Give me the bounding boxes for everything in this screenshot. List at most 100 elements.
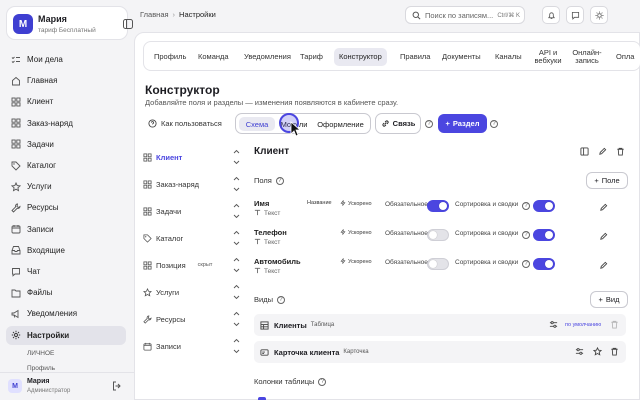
entity-item[interactable]: Каталог bbox=[143, 229, 233, 247]
chevron-down-icon[interactable] bbox=[233, 295, 240, 300]
sidebar-item[interactable]: Чат bbox=[6, 262, 126, 281]
chevron-up-icon[interactable] bbox=[233, 257, 240, 262]
entity-item[interactable]: Клиент bbox=[143, 148, 233, 166]
layout-icon[interactable] bbox=[580, 147, 589, 156]
sidebar-toggle-icon[interactable] bbox=[123, 19, 133, 29]
sliders-icon[interactable] bbox=[575, 347, 584, 356]
chevron-up-icon[interactable] bbox=[233, 176, 240, 181]
user-panel[interactable]: М Мария Администратор bbox=[0, 372, 134, 400]
user-name: Мария bbox=[27, 378, 50, 385]
required-toggle[interactable] bbox=[427, 229, 449, 241]
section-help-icon[interactable]: ? bbox=[490, 120, 498, 128]
link-help-icon[interactable]: ? bbox=[425, 120, 433, 128]
sort-toggle[interactable] bbox=[533, 229, 555, 241]
tab-item[interactable]: Профиль bbox=[149, 48, 191, 66]
sort-help-icon[interactable]: ? bbox=[522, 231, 530, 239]
tab-item[interactable]: Онлайн-запись bbox=[569, 48, 605, 66]
entity-item[interactable]: Позиция скрыт bbox=[143, 256, 233, 274]
sort-help-icon[interactable]: ? bbox=[522, 202, 530, 210]
trash-icon bbox=[610, 320, 619, 329]
sidebar-item[interactable]: Главная bbox=[6, 71, 126, 90]
segment-schema[interactable]: Схема bbox=[239, 117, 275, 131]
segment-design[interactable]: Оформление bbox=[313, 117, 368, 131]
sidebar-item[interactable]: Настройки bbox=[6, 325, 126, 345]
sidebar-item[interactable]: Мои дела bbox=[6, 50, 126, 69]
sliders-icon[interactable] bbox=[549, 320, 558, 329]
entity-item[interactable]: Записи bbox=[143, 337, 233, 355]
chevron-up-icon[interactable] bbox=[233, 338, 240, 343]
chevron-down-icon[interactable] bbox=[233, 160, 240, 165]
sidebar-item[interactable]: Входящие bbox=[6, 241, 126, 260]
chevron-up-icon[interactable] bbox=[233, 311, 240, 316]
entity-item[interactable]: Услуги bbox=[143, 283, 233, 301]
required-toggle[interactable] bbox=[427, 258, 449, 270]
sidebar-item[interactable]: Каталог bbox=[6, 156, 126, 175]
breadcrumb-home[interactable]: Главная bbox=[140, 10, 169, 19]
notifications-button[interactable] bbox=[542, 6, 560, 24]
chevron-down-icon[interactable] bbox=[233, 268, 240, 273]
sidebar-item[interactable]: Услуги bbox=[6, 177, 126, 196]
search-input[interactable]: Поиск по записям... Ctrl/⌘ K bbox=[405, 6, 525, 24]
edit-icon[interactable] bbox=[599, 232, 608, 241]
chevron-up-icon[interactable] bbox=[233, 284, 240, 289]
add-link-button[interactable]: Связь bbox=[375, 113, 421, 134]
logout-icon[interactable] bbox=[112, 381, 122, 391]
chevron-down-icon[interactable] bbox=[233, 187, 240, 192]
sidebar-item-label: Главная bbox=[27, 76, 58, 86]
edit-icon[interactable] bbox=[599, 203, 608, 212]
view-row[interactable]: Карточка клиента Карточка bbox=[254, 341, 626, 363]
chevron-down-icon[interactable] bbox=[233, 214, 240, 219]
sidebar-item[interactable]: Ресурсы bbox=[6, 198, 126, 217]
sort-toggle[interactable] bbox=[533, 200, 555, 212]
plus-icon: + bbox=[594, 176, 599, 185]
sort-help-icon[interactable]: ? bbox=[522, 260, 530, 268]
tab-item[interactable]: Правила bbox=[395, 48, 435, 66]
sidebar-item[interactable]: Заказ-наряд bbox=[6, 114, 126, 133]
tab-item[interactable]: Тариф bbox=[295, 48, 328, 66]
add-section-button[interactable]: + Раздел bbox=[438, 114, 487, 133]
tab-item[interactable]: Каналы bbox=[490, 48, 527, 66]
sidebar-item[interactable]: Клиент bbox=[6, 92, 126, 111]
sidebar-item[interactable]: Уведомления bbox=[6, 304, 126, 323]
entity-item[interactable]: Заказ-наряд bbox=[143, 175, 233, 193]
required-toggle[interactable] bbox=[427, 200, 449, 212]
entity-item[interactable]: Задачи bbox=[143, 202, 233, 220]
add-view-button[interactable]: + Вид bbox=[590, 291, 628, 308]
sidebar-item[interactable]: Записи bbox=[6, 220, 126, 239]
add-field-button[interactable]: + Поле bbox=[586, 172, 628, 189]
chevron-up-icon[interactable] bbox=[233, 203, 240, 208]
tab-item[interactable]: Конструктор bbox=[334, 48, 387, 66]
sort-toggle[interactable] bbox=[533, 258, 555, 270]
chevron-up-icon[interactable] bbox=[233, 149, 240, 154]
star-icon[interactable] bbox=[593, 347, 602, 356]
edit-icon[interactable] bbox=[598, 147, 607, 156]
messages-button[interactable] bbox=[566, 6, 584, 24]
sidebar-item-label: Каталог bbox=[27, 161, 57, 170]
chevron-up-icon[interactable] bbox=[233, 230, 240, 235]
entity-label: Задачи bbox=[156, 206, 182, 216]
tab-item[interactable]: Опла bbox=[611, 48, 639, 66]
columns-help-icon[interactable]: ? bbox=[318, 377, 327, 386]
chevron-down-icon[interactable] bbox=[233, 322, 240, 327]
nav-item-profile[interactable]: Профиль bbox=[27, 365, 55, 372]
add-view-label: Вид bbox=[605, 295, 620, 304]
trash-icon[interactable] bbox=[610, 347, 619, 356]
org-switcher[interactable]: М Мария тариф Бесплатный bbox=[6, 6, 133, 40]
entity-item[interactable]: Ресурсы bbox=[143, 310, 233, 328]
edit-icon[interactable] bbox=[599, 261, 608, 270]
tab-item[interactable]: Документы bbox=[437, 48, 486, 66]
chevron-down-icon[interactable] bbox=[233, 349, 240, 354]
views-label: Виды bbox=[254, 295, 273, 304]
tab-item[interactable]: API и вебхуки bbox=[531, 48, 565, 66]
tab-item[interactable]: Команда bbox=[193, 48, 234, 66]
sidebar-item[interactable]: Файлы bbox=[6, 283, 126, 302]
view-row[interactable]: Клиенты Таблица по умолчанию bbox=[254, 314, 626, 336]
tab-item[interactable]: Уведомления bbox=[239, 48, 296, 66]
howto-link[interactable]: Как пользоваться bbox=[148, 119, 222, 128]
sidebar-item[interactable]: Задачи bbox=[6, 135, 126, 154]
views-help-icon[interactable]: ? bbox=[276, 295, 285, 304]
trash-icon[interactable] bbox=[616, 147, 625, 156]
chevron-down-icon[interactable] bbox=[233, 241, 240, 246]
fields-help-icon[interactable]: ? bbox=[275, 176, 284, 185]
theme-button[interactable] bbox=[590, 6, 608, 24]
